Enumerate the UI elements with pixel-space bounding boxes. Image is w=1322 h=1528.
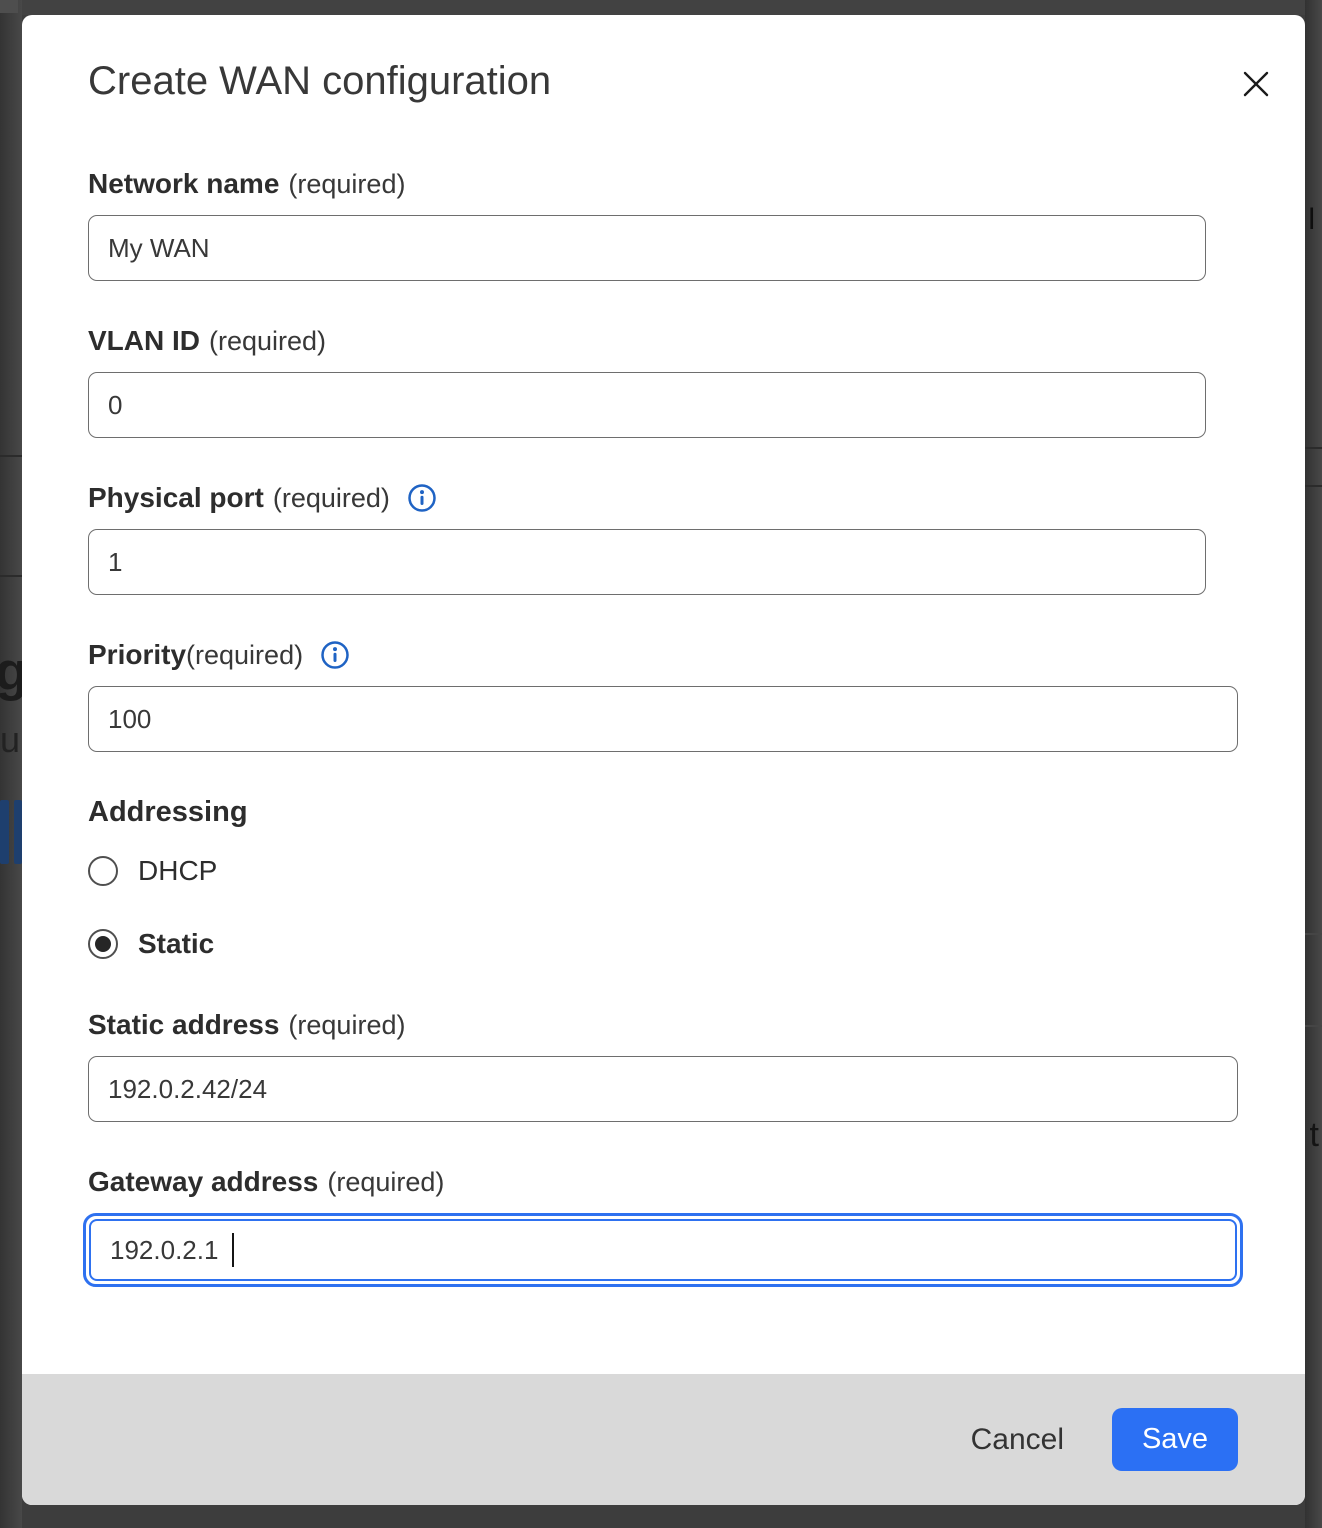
required-hint: (required)	[288, 169, 405, 200]
network-name-input[interactable]	[88, 215, 1206, 281]
overlay-right: l t	[1305, 0, 1322, 1528]
radio-label: DHCP	[138, 855, 217, 887]
required-hint: (required)	[273, 483, 390, 514]
radio-static[interactable]: Static	[88, 929, 1305, 959]
background-fragment	[0, 0, 18, 13]
background-divider	[0, 575, 22, 577]
radio-circle-icon	[88, 856, 118, 886]
close-button[interactable]	[1236, 64, 1276, 104]
background-blue-fragment	[14, 800, 22, 864]
dialog-footer: Cancel Save	[22, 1374, 1305, 1505]
background-divider	[1305, 485, 1322, 487]
gateway-address-focus-ring	[83, 1213, 1243, 1287]
field-label-text: VLAN ID	[88, 325, 200, 357]
required-hint: (required)	[327, 1167, 444, 1198]
background-divider	[1305, 1025, 1322, 1027]
gateway-address-label: Gateway address (required)	[88, 1166, 1305, 1198]
background-divider	[1305, 447, 1322, 449]
overlay-top	[0, 0, 1322, 15]
network-name-label: Network name (required)	[88, 168, 1305, 200]
addressing-heading: Addressing	[88, 796, 1305, 828]
field-network-name: Network name (required)	[88, 168, 1305, 281]
addressing-group: Addressing DHCP Static	[88, 796, 1305, 959]
background-text-fragment: l	[1308, 205, 1315, 235]
required-hint: (required)	[209, 326, 326, 357]
field-label-text: Physical port	[88, 482, 264, 514]
field-label-text: Static address	[88, 1009, 279, 1041]
info-icon[interactable]	[407, 483, 437, 513]
background-text-fragment: t	[1310, 1118, 1319, 1152]
dialog-title: Create WAN configuration	[88, 57, 1305, 105]
radio-label: Static	[138, 928, 214, 960]
background-divider	[0, 455, 22, 457]
field-static-address: Static address (required)	[88, 1009, 1305, 1122]
background-blue-fragment	[0, 800, 9, 864]
field-label-text: Priority	[88, 639, 186, 671]
radio-circle-icon	[88, 929, 118, 959]
static-address-input[interactable]	[88, 1056, 1238, 1122]
background-text-fragment: g	[0, 645, 22, 699]
gateway-address-input[interactable]	[89, 1219, 1237, 1281]
physical-port-label: Physical port (required)	[88, 482, 1305, 514]
radio-dhcp[interactable]: DHCP	[88, 856, 1305, 886]
static-address-label: Static address (required)	[88, 1009, 1305, 1041]
create-wan-dialog: Create WAN configuration Network name (r…	[22, 15, 1305, 1505]
vlan-id-input[interactable]	[88, 372, 1206, 438]
required-hint: (required)	[186, 640, 303, 671]
field-physical-port: Physical port (required)	[88, 482, 1305, 595]
field-label-text: Network name	[88, 168, 279, 200]
field-vlan-id: VLAN ID (required)	[88, 325, 1305, 438]
field-gateway-address: Gateway address (required)	[88, 1166, 1305, 1287]
close-icon	[1237, 65, 1275, 103]
background-divider	[1305, 933, 1322, 935]
overlay-left: g u	[0, 0, 22, 1528]
info-icon[interactable]	[320, 640, 350, 670]
cancel-button[interactable]: Cancel	[971, 1423, 1064, 1457]
background-text-fragment: u	[0, 722, 20, 758]
physical-port-input[interactable]	[88, 529, 1206, 595]
vlan-id-label: VLAN ID (required)	[88, 325, 1305, 357]
required-hint: (required)	[288, 1010, 405, 1041]
text-caret	[232, 1233, 234, 1267]
field-priority: Priority (required)	[88, 639, 1305, 752]
field-label-text: Gateway address	[88, 1166, 318, 1198]
save-button[interactable]: Save	[1112, 1408, 1238, 1471]
priority-input[interactable]	[88, 686, 1238, 752]
priority-label: Priority (required)	[88, 639, 1305, 671]
